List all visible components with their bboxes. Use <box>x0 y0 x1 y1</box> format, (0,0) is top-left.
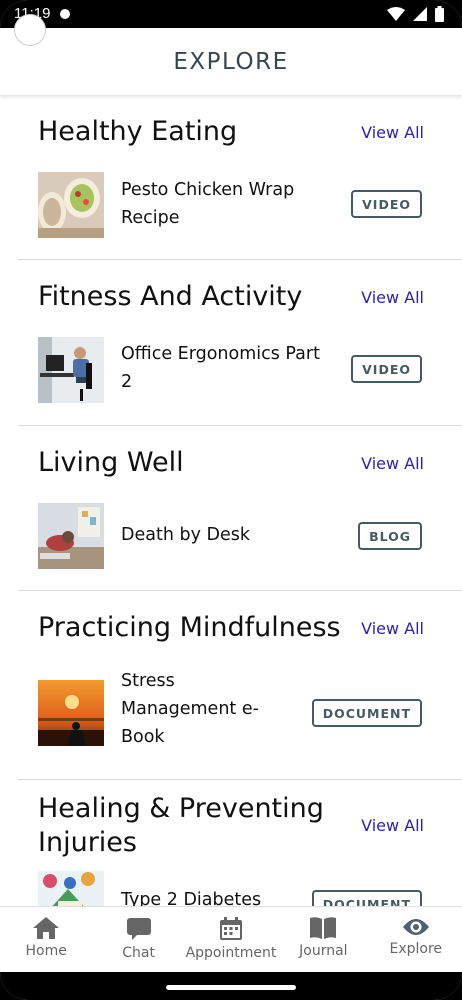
status-bar: 11:19 <box>0 0 462 28</box>
flowers-image[interactable] <box>38 871 104 906</box>
section-title: Healthy Eating <box>38 116 238 147</box>
section-title: Living Well <box>38 447 184 478</box>
section-practicing-mindfulness: Practicing Mindfulness View All Stress M… <box>18 591 462 780</box>
nav-label: Chat <box>122 945 155 961</box>
tired-worker-image[interactable] <box>38 503 104 569</box>
type-badge: VIDEO <box>351 190 422 218</box>
section-healing-preventing-injuries: Healing & Preventing Injuries View All T… <box>18 780 462 906</box>
type-badge: DOCUMENT <box>311 699 422 727</box>
section-title: Fitness And Activity <box>38 281 303 312</box>
nav-explore[interactable]: Explore <box>370 907 462 957</box>
type-badge: VIDEO <box>351 355 422 383</box>
nav-label: Home <box>25 943 67 959</box>
nav-label: Explore <box>389 941 443 957</box>
app-header: EXPLORE <box>0 28 462 96</box>
phone-screen: 11:19 EXPLORE Healthy Eating View All <box>0 0 462 1000</box>
nav-home[interactable]: Home <box>0 907 92 959</box>
nav-appointment[interactable]: Appointment <box>185 907 277 961</box>
item-title[interactable]: Pesto Chicken Wrap Recipe <box>121 176 321 232</box>
page-title: EXPLORE <box>173 48 289 75</box>
home-icon <box>33 917 60 939</box>
nav-label: Journal <box>299 943 348 959</box>
nav-journal[interactable]: Journal <box>277 907 369 959</box>
explore-content[interactable]: Healthy Eating View All Pesto Chicken Wr… <box>0 96 462 906</box>
view-all-link[interactable]: View All <box>361 123 424 142</box>
notification-icon <box>60 9 70 19</box>
eye-icon <box>402 919 429 935</box>
calendar-icon <box>219 917 242 940</box>
item-title[interactable]: Stress Management e-Book <box>121 667 271 751</box>
view-all-link[interactable]: View All <box>361 288 424 307</box>
section-title: Practicing Mindfulness <box>38 612 341 643</box>
nav-label: Appointment <box>185 945 277 961</box>
camera-cutout <box>14 14 46 46</box>
battery-icon <box>435 6 444 22</box>
section-living-well: Living Well View All Death by Desk BLOG <box>18 426 462 591</box>
view-all-link[interactable]: View All <box>361 454 424 473</box>
signal-icon <box>413 7 427 21</box>
item-title[interactable]: Type 2 Diabetes <box>121 886 321 906</box>
home-gesture-bar[interactable] <box>166 985 296 990</box>
office-desk-image[interactable] <box>38 337 104 403</box>
chat-icon <box>126 918 151 940</box>
nav-chat[interactable]: Chat <box>93 907 185 961</box>
status-icons <box>387 6 444 22</box>
bottom-navigation: Home Chat Appointment Journal Explore <box>0 906 462 972</box>
section-fitness-activity: Fitness And Activity View All Office Erg… <box>18 260 462 426</box>
view-all-link[interactable]: View All <box>361 619 424 638</box>
wifi-icon <box>387 7 405 21</box>
item-title[interactable]: Office Ergonomics Part 2 <box>121 340 331 396</box>
book-icon <box>310 917 337 939</box>
type-badge: DOCUMENT <box>311 890 422 906</box>
view-all-link[interactable]: View All <box>361 816 424 835</box>
item-title[interactable]: Death by Desk <box>121 521 321 549</box>
sunset-image[interactable] <box>38 680 104 746</box>
type-badge: BLOG <box>358 522 422 550</box>
wrap-food-image[interactable] <box>38 172 104 238</box>
section-title: Healing & Preventing Injuries <box>38 793 324 858</box>
section-healthy-eating: Healthy Eating View All Pesto Chicken Wr… <box>18 96 462 260</box>
